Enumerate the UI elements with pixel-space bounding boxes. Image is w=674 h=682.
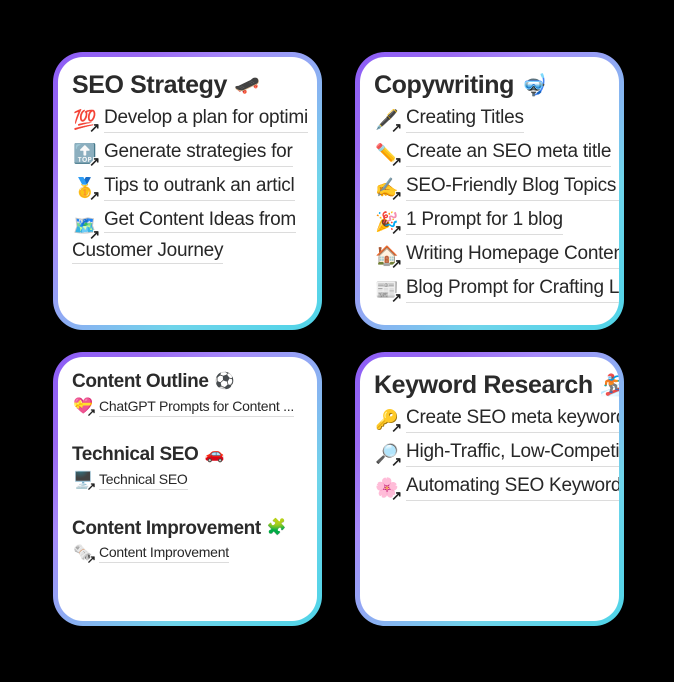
item-bullet: 🖥️ ↗	[72, 470, 96, 493]
list-item[interactable]: ✏️ ↗ Create an SEO meta title	[374, 141, 619, 169]
card-copywriting[interactable]: Copywriting 🤿 🖋️ ↗ Creating Titles ✏️ ↗	[355, 52, 624, 330]
group-title-text: Content Improvement	[72, 517, 261, 539]
card-inner: Keyword Research 🏂 🔑 ↗ Create SEO meta k…	[360, 357, 619, 621]
card-title-copywriting: Copywriting 🤿	[374, 71, 619, 99]
group-title-content-improvement: Content Improvement 🧩	[72, 518, 317, 539]
card-title-keyword-research: Keyword Research 🏂	[374, 371, 619, 399]
list-item-label: Create an SEO meta title	[406, 141, 611, 167]
list-item[interactable]: 🔝 ↗ Generate strategies for	[72, 141, 317, 169]
item-bullet: ✍️ ↗	[374, 175, 402, 203]
external-link-arrow-icon: ↗	[86, 407, 96, 420]
list-item[interactable]: 🗺️ ↗ Get Content Ideas from Customer Jou…	[72, 209, 317, 264]
list-item[interactable]: 🔑 ↗ Create SEO meta keywords	[374, 407, 619, 435]
external-link-arrow-icon: ↗	[391, 488, 402, 503]
group-title-text: Technical SEO	[72, 444, 199, 466]
group-title-content-outline: Content Outline ⚽	[72, 371, 317, 392]
external-link-arrow-icon: ↗	[391, 256, 402, 271]
external-link-arrow-icon: ↗	[391, 290, 402, 305]
item-bullet: 🔎 ↗	[374, 441, 402, 469]
list-item-label: Writing Homepage Content	[406, 243, 619, 269]
external-link-arrow-icon: ↗	[89, 226, 100, 242]
list-item-label: Generate strategies for	[104, 141, 293, 167]
card-title-text: Keyword Research	[374, 371, 593, 399]
list-item-label: Create SEO meta keywords	[406, 407, 619, 433]
list-item[interactable]: 🌸 ↗ Automating SEO Keyword Re	[374, 475, 619, 503]
item-bullet: 🔝 ↗	[72, 141, 100, 169]
external-link-arrow-icon: ↗	[89, 154, 100, 169]
list-item-label: High-Traffic, Low-Competiti	[406, 441, 619, 467]
list-item[interactable]: 💯 ↗ Develop a plan for optimi	[72, 107, 317, 135]
external-link-arrow-icon: ↗	[391, 120, 402, 135]
group-content-improvement: Content Improvement 🧩 🗞️ ↗ Content Impro…	[72, 518, 317, 566]
list-item[interactable]: 🔎 ↗ High-Traffic, Low-Competiti	[374, 441, 619, 469]
item-bullet: 💯 ↗	[72, 107, 100, 135]
external-link-arrow-icon: ↗	[89, 188, 100, 203]
list-item-label: Technical SEO	[99, 471, 188, 491]
car-emoji: 🚗	[204, 445, 224, 463]
list-item[interactable]: 🎉 ↗ 1 Prompt for 1 blog	[374, 209, 619, 237]
card-seo-strategy[interactable]: SEO Strategy 🛹 💯 ↗ Develop a plan for op…	[53, 52, 322, 330]
item-bullet: 🥇 ↗	[72, 175, 100, 203]
card-title-seo-strategy: SEO Strategy 🛹	[72, 71, 317, 99]
list-item-label: ChatGPT Prompts for Content ...	[99, 398, 294, 417]
external-link-arrow-icon: ↗	[89, 120, 100, 135]
soccer-ball-emoji: ⚽	[214, 372, 235, 390]
group-technical-seo: Technical SEO 🚗 🖥️ ↗ Technical SEO	[72, 444, 317, 492]
puzzle-piece-emoji: 🧩	[266, 519, 287, 537]
list-item[interactable]: 🏠 ↗ Writing Homepage Content	[374, 243, 619, 271]
card-inner: Content Outline ⚽ 💝 ↗ ChatGPT Prompts fo…	[58, 357, 317, 621]
external-link-arrow-icon: ↗	[86, 553, 96, 566]
card-inner: SEO Strategy 🛹 💯 ↗ Develop a plan for op…	[58, 57, 317, 325]
card-inner: Copywriting 🤿 🖋️ ↗ Creating Titles ✏️ ↗	[360, 57, 619, 325]
list-item-label: Content Improvement	[99, 544, 229, 564]
list-item-label: Get Content Ideas from Customer Journey	[72, 209, 296, 264]
card-title-text: Copywriting	[374, 71, 515, 99]
card-keyword-research[interactable]: Keyword Research 🏂 🔑 ↗ Create SEO meta k…	[355, 352, 624, 626]
item-bullet: 🌸 ↗	[374, 475, 402, 503]
list-item-label: Automating SEO Keyword Re	[406, 475, 619, 501]
card-content: Copywriting 🤿 🖋️ ↗ Creating Titles ✏️ ↗	[360, 57, 619, 325]
external-link-arrow-icon: ↗	[391, 222, 402, 237]
list-item[interactable]: 🗞️ ↗ Content Improvement	[72, 543, 317, 565]
list-item[interactable]: ✍️ ↗ SEO-Friendly Blog Topics Rel	[374, 175, 619, 203]
group-title-technical-seo: Technical SEO 🚗	[72, 444, 317, 465]
item-bullet: 🎉 ↗	[374, 209, 402, 237]
external-link-arrow-icon: ↗	[391, 154, 402, 169]
item-bullet: 🏠 ↗	[374, 243, 402, 271]
external-link-arrow-icon: ↗	[86, 480, 96, 493]
card-content: Content Outline ⚽ 💝 ↗ ChatGPT Prompts fo…	[58, 357, 317, 621]
list-item-label: Develop a plan for optimi	[104, 107, 308, 133]
card-content: Keyword Research 🏂 🔑 ↗ Create SEO meta k…	[360, 357, 619, 621]
item-bullet: ✏️ ↗	[374, 141, 402, 169]
external-link-arrow-icon: ↗	[391, 188, 402, 203]
list-item-label: Blog Prompt for Crafting Long	[406, 277, 619, 303]
snowboarder-emoji: 🏂	[599, 373, 619, 397]
item-bullet: 📰 ↗	[374, 277, 402, 305]
card-title-text: SEO Strategy	[72, 71, 227, 99]
list-item[interactable]: 🖥️ ↗ Technical SEO	[72, 470, 317, 492]
item-bullet: 🖋️ ↗	[374, 107, 402, 135]
card-content-outline[interactable]: Content Outline ⚽ 💝 ↗ ChatGPT Prompts fo…	[53, 352, 322, 626]
diving-mask-emoji: 🤿	[521, 73, 547, 97]
list-item[interactable]: 🖋️ ↗ Creating Titles	[374, 107, 619, 135]
list-item[interactable]: 📰 ↗ Blog Prompt for Crafting Long	[374, 277, 619, 305]
cards-board: SEO Strategy 🛹 💯 ↗ Develop a plan for op…	[0, 0, 674, 682]
list-item-label: Creating Titles	[406, 107, 524, 133]
external-link-arrow-icon: ↗	[391, 454, 402, 469]
list-item-label: Tips to outrank an articl	[104, 175, 295, 201]
item-bullet: 🗺️ ↗	[72, 214, 100, 242]
item-bullet: 🗞️ ↗	[72, 543, 96, 566]
card-content: SEO Strategy 🛹 💯 ↗ Develop a plan for op…	[58, 57, 317, 325]
external-link-arrow-icon: ↗	[391, 420, 402, 435]
list-item-label: 1 Prompt for 1 blog	[406, 209, 563, 235]
item-bullet: 🔑 ↗	[374, 407, 402, 435]
item-bullet: 💝 ↗	[72, 396, 96, 420]
group-content-outline: Content Outline ⚽ 💝 ↗ ChatGPT Prompts fo…	[72, 371, 317, 420]
list-item[interactable]: 💝 ↗ ChatGPT Prompts for Content ...	[72, 396, 317, 420]
list-item-label: SEO-Friendly Blog Topics Rel	[406, 175, 619, 201]
group-title-text: Content Outline	[72, 371, 209, 392]
list-item[interactable]: 🥇 ↗ Tips to outrank an articl	[72, 175, 317, 203]
skateboard-emoji: 🛹	[233, 73, 260, 97]
